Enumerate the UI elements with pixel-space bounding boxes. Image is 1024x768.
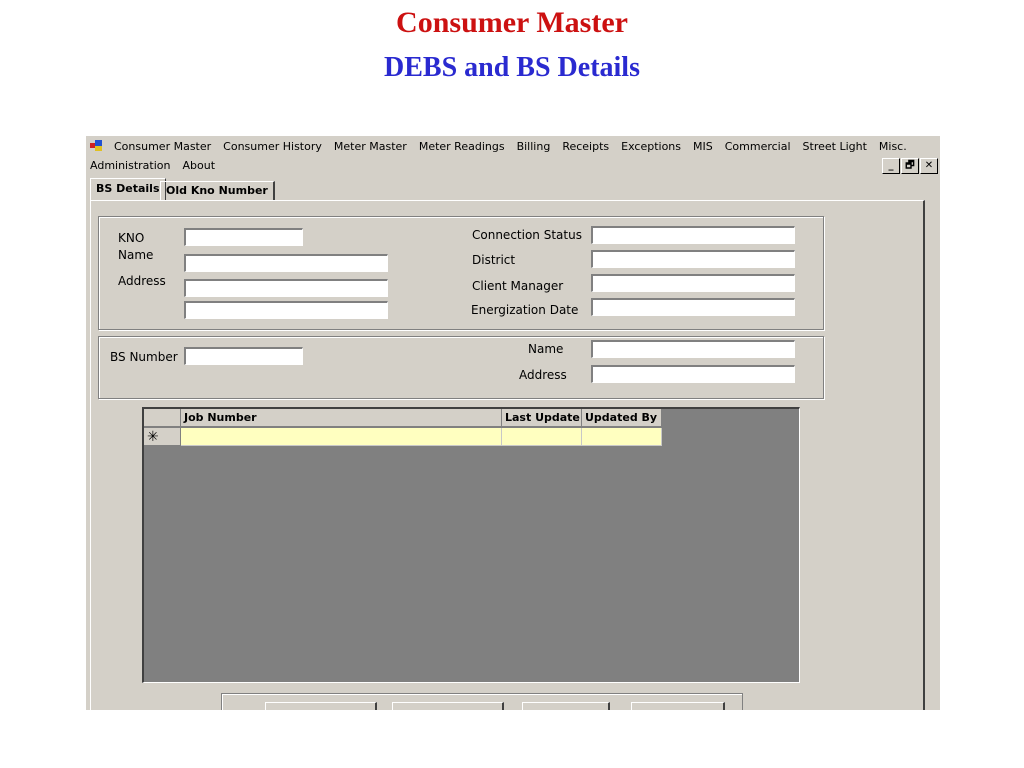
bs-address-label: Address [519, 368, 567, 382]
tab-bs-details[interactable]: BS Details [90, 178, 166, 201]
menu-receipts[interactable]: Receipts [562, 140, 609, 153]
name-field[interactable] [184, 254, 388, 272]
app-icon [90, 140, 102, 151]
connection-status-label: Connection Status [472, 228, 582, 242]
bs-address-field[interactable] [591, 365, 795, 383]
bs-number-label: BS Number [110, 350, 178, 364]
application-window: Consumer Master Consumer History Meter M… [86, 136, 940, 710]
menu-billing[interactable]: Billing [517, 140, 551, 153]
bs-name-field[interactable] [591, 340, 795, 358]
menu-bar: Consumer Master Consumer History Meter M… [86, 136, 940, 178]
connection-status-field[interactable] [591, 226, 795, 244]
tab-old-kno-number[interactable]: Old Kno Number [160, 181, 275, 200]
menu-administration[interactable]: Administration [90, 159, 171, 172]
menu-commercial[interactable]: Commercial [725, 140, 791, 153]
energization-date-label: Energization Date [471, 303, 579, 317]
action-button-3[interactable] [522, 702, 610, 710]
menu-row-1: Consumer Master Consumer History Meter M… [90, 140, 919, 153]
menu-exceptions[interactable]: Exceptions [621, 140, 681, 153]
menu-consumer-master[interactable]: Consumer Master [114, 140, 211, 153]
slide-subtitle: DEBS and BS Details [384, 52, 640, 83]
grid-header: Job Number Last Update Updated By [144, 409, 662, 428]
menu-row-2: Administration About [90, 159, 227, 172]
menu-street-light[interactable]: Street Light [803, 140, 867, 153]
client-manager-field[interactable] [591, 274, 795, 292]
menu-mis[interactable]: MIS [693, 140, 713, 153]
new-row-marker-icon: ✳ [144, 428, 181, 446]
job-grid[interactable]: Job Number Last Update Updated By ✳ [142, 407, 800, 683]
menu-misc[interactable]: Misc. [879, 140, 907, 153]
cell-job-number[interactable] [181, 428, 502, 446]
column-header-job-number[interactable]: Job Number [181, 409, 502, 427]
window-controls: _ 🗗 ✕ [882, 158, 938, 174]
grid-corner-cell [144, 409, 181, 427]
close-button[interactable]: ✕ [920, 158, 938, 174]
kno-field[interactable] [184, 228, 303, 246]
energization-date-field[interactable] [591, 298, 795, 316]
district-field[interactable] [591, 250, 795, 268]
name-label: Name [118, 248, 154, 262]
restore-button[interactable]: 🗗 [901, 158, 919, 174]
cell-last-update[interactable] [502, 428, 582, 446]
address-line-1-field[interactable] [184, 279, 388, 297]
slide-title: Consumer Master [396, 6, 628, 39]
district-label: District [472, 253, 516, 267]
bs-name-label: Name [528, 342, 564, 356]
minimize-button[interactable]: _ [882, 158, 900, 174]
address-label: Address [118, 274, 166, 288]
action-button-1[interactable] [265, 702, 377, 710]
menu-meter-master[interactable]: Meter Master [334, 140, 407, 153]
menu-meter-readings[interactable]: Meter Readings [419, 140, 505, 153]
kno-label: KNO [118, 231, 145, 245]
address-line-2-field[interactable] [184, 301, 388, 319]
column-header-last-update[interactable]: Last Update [502, 409, 582, 427]
action-button-4[interactable] [631, 702, 725, 710]
action-button-2[interactable] [392, 702, 504, 710]
client-manager-label: Client Manager [472, 279, 564, 293]
grid-new-row[interactable]: ✳ [144, 428, 662, 447]
menu-about[interactable]: About [183, 159, 216, 172]
menu-consumer-history[interactable]: Consumer History [223, 140, 322, 153]
bs-number-field[interactable] [184, 347, 303, 365]
cell-updated-by[interactable] [582, 428, 662, 446]
column-header-updated-by[interactable]: Updated By [582, 409, 662, 427]
